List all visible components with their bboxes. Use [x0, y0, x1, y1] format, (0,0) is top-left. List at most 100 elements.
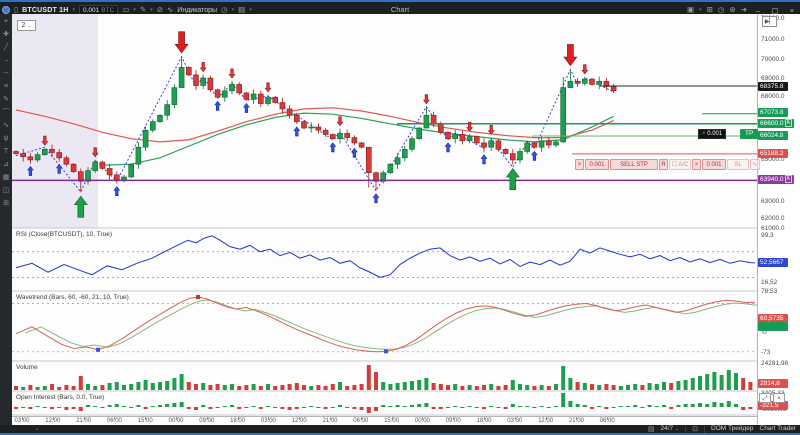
screenshot-caret-icon[interactable]: ▾ [699, 7, 702, 13]
axis-label: 69000.0 [761, 75, 785, 82]
time-label: 00:00 [168, 418, 184, 424]
tp-close-icon[interactable]: × [702, 131, 706, 137]
layout-caret-icon[interactable]: ▾ [249, 7, 252, 13]
order-box-sl[interactable]: SL [727, 159, 749, 170]
indicators-button[interactable]: Индикаторы [177, 7, 217, 14]
axis-label: 99,3 [761, 232, 774, 239]
goto-end-button[interactable]: ▶▏ [762, 16, 777, 27]
time-label: 18:00 [476, 418, 492, 424]
time-label: 21:00 [322, 418, 338, 424]
axis-label: 78,53 [761, 288, 778, 295]
open-interest-panel-label[interactable]: Open Interest (Bars, 0.0, True) [16, 394, 104, 401]
window-titlebar: ▯ BTCUSDT 1H ▾ 0.001 BTC ▭ ▾ ✎ ▾ ⊘ ∿ Индик… [0, 0, 800, 15]
print-icon[interactable]: ⊡ [692, 425, 698, 433]
axis-label: 61000.0 [761, 225, 785, 232]
time-label: 03:00 [260, 418, 276, 424]
price-badge: 66024.8 [758, 131, 788, 140]
windows-icon[interactable]: ▤ [648, 425, 655, 433]
volume-panel-label[interactable]: Volume [16, 364, 38, 371]
price-badge: 68375.8 [758, 82, 788, 91]
order-box-[interactable]: ∿ [750, 159, 760, 170]
pitchfork-tool[interactable]: ψ [4, 135, 9, 143]
time-axis[interactable]: 03:00 12:00 21:00 06:00 15:00 00:00 09:00 18:00… [12, 416, 757, 425]
trend-line-tool[interactable]: ╱ [4, 44, 8, 52]
status-left-icon: ▪ [36, 427, 39, 433]
alerts-caret-icon[interactable]: ▾ [133, 7, 136, 13]
tp-quantity-box[interactable]: × 0.001 [698, 129, 727, 139]
timeframe-box[interactable]: 2 ⌄ [17, 20, 36, 31]
app-logo-icon[interactable] [2, 6, 10, 14]
chart-svg[interactable] [12, 14, 758, 416]
time-label: 00:00 [414, 418, 430, 424]
chart-window: ▯ BTCUSDT 1H ▾ 0.001 BTC ▭ ▾ ✎ ▾ ⊘ ∿ Индик… [0, 0, 800, 435]
arc-tool[interactable]: ⌒ [3, 109, 10, 117]
order-box-[interactable]: × [575, 159, 584, 170]
time-label: 12:00 [538, 418, 554, 424]
statusbar-divider [685, 425, 687, 433]
instrument-selector[interactable]: BTCUSDT 1H [22, 7, 68, 14]
region-tool[interactable]: ◫ [3, 187, 10, 195]
chart-canvas[interactable]: 2 ⌄ RSI (Close(BTCUSDT), 10, True) Wavet… [12, 14, 760, 416]
time-label: 12:00 [291, 418, 307, 424]
order-box-[interactable]: × [692, 159, 701, 170]
order-box-sellstp[interactable]: SELL STP [610, 159, 658, 170]
status-bar: ▪ ▤ 24/7 ⌄ ⊡ DOM Трейдер Chart Trader [0, 425, 800, 435]
axis-label: 16,52 [761, 279, 778, 286]
order-box-0001[interactable]: 0.001 [702, 159, 726, 170]
quantity-value: 0.001 [83, 6, 100, 14]
time-label: 15:00 [137, 418, 153, 424]
price-badge: 66600.0 A [758, 119, 794, 128]
order-box-ac[interactable]: ☐ A/C [669, 159, 691, 170]
horizontal-line-tool[interactable]: ─ [4, 70, 9, 78]
order-box-r[interactable]: R [659, 159, 668, 170]
time-label: 21:00 [76, 418, 92, 424]
instrument-caret-icon[interactable]: ▾ [72, 7, 75, 13]
grid-tool[interactable]: ▦ [3, 174, 10, 182]
timeframe-value: 2 [21, 22, 26, 29]
ray-tool[interactable]: → [3, 57, 10, 65]
rsi-panel-label[interactable]: RSI (Close(BTCUSDT), 10, True) [16, 231, 112, 238]
time-label: 06:00 [353, 418, 369, 424]
axis-label: 71000.0 [761, 36, 785, 43]
price-badge: 67073.8 [758, 108, 788, 117]
axis-label: 24281,98 [761, 360, 789, 367]
tp-quantity-value: 0.001 [707, 131, 723, 137]
pencil-tool[interactable]: ✎ [3, 96, 9, 104]
price-axis[interactable]: ▶▏ ⤢ × 72000.071000.070000.069000.068000… [757, 14, 800, 425]
time-label: 03:00 [14, 418, 30, 424]
time-label: 18:00 [230, 418, 246, 424]
time-label: 15:00 [384, 418, 400, 424]
cursor-tool[interactable]: ✚ [3, 31, 9, 39]
axis-label: -73 [761, 349, 771, 356]
price-badge: 63940.0 A [758, 175, 794, 184]
axis-label: 70000.0 [761, 56, 785, 63]
tp-label-badge[interactable]: TP [740, 129, 759, 139]
time-label: 12:00 [45, 418, 61, 424]
clock-caret-icon[interactable]: ▾ [232, 7, 235, 13]
axis-label: 68000.0 [761, 93, 785, 100]
price-badge: 65188.2 [758, 149, 788, 158]
wave-tool[interactable]: ∿ [3, 122, 9, 130]
price-badge [758, 322, 788, 331]
text-tool[interactable]: T [4, 148, 8, 156]
time-label: 06:00 [106, 418, 122, 424]
time-label: 09:00 [199, 418, 215, 424]
chart-trader-link[interactable]: Chart Trader [760, 425, 797, 433]
order-box-0001[interactable]: 0.001 [585, 159, 609, 170]
dom-trader-link[interactable]: DOM Трейдер [711, 425, 753, 433]
triangle-tool[interactable]: ⊿ [3, 161, 9, 169]
close-panel-button[interactable]: × [773, 393, 785, 403]
timeframe-caret-icon: ⌄ [27, 23, 32, 29]
price-badge: 52,5667 [758, 258, 788, 267]
maximize-panel-button[interactable]: ⤢ [759, 393, 771, 403]
axis-label: 63000.0 [761, 198, 785, 205]
draw-caret-icon[interactable]: ▾ [150, 7, 153, 13]
time-label: 21:00 [568, 418, 584, 424]
ruler-tool[interactable]: ⊞ [3, 200, 9, 208]
wavetrend-panel-label[interactable]: Wavetrend (Bars, 60, -60, 21, 10, True) [16, 294, 129, 301]
crosshair-tool[interactable]: ⌖ [4, 18, 8, 26]
time-label: 06:00 [599, 418, 615, 424]
fibonacci-tool[interactable]: ≡ [4, 83, 8, 91]
session-selector[interactable]: 24/7 ⌄ [660, 425, 679, 433]
axis-label: 62000.0 [761, 215, 785, 222]
